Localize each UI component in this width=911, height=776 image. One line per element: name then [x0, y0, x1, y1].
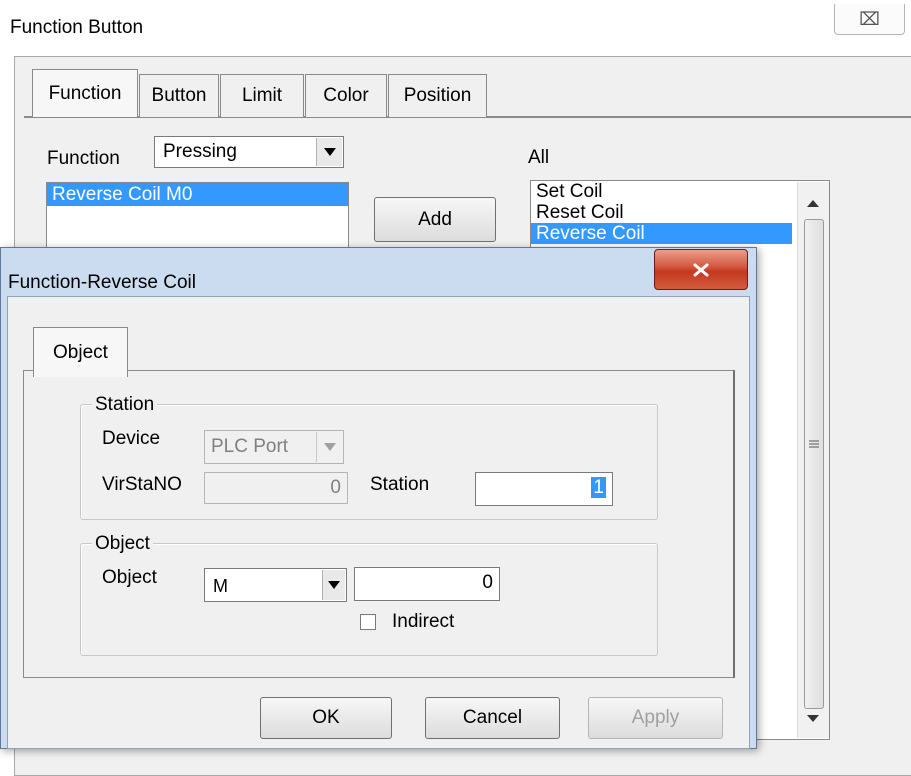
station-label: Station [370, 474, 430, 495]
indirect-checkbox[interactable] [360, 614, 376, 630]
indirect-label: Indirect [392, 611, 455, 632]
apply-button[interactable]: Apply [588, 697, 723, 739]
tab-color[interactable]: Color [305, 74, 387, 117]
chevron-up-icon[interactable] [807, 194, 819, 212]
virstano-label: VirStaNO [102, 474, 182, 495]
device-value: PLC Port [211, 436, 289, 457]
scrollbar-thumb[interactable] [804, 219, 824, 709]
device-label: Device [102, 428, 161, 449]
chevron-down-icon[interactable] [807, 709, 819, 727]
function-label: Function [47, 148, 120, 169]
list-item[interactable]: Set Coil [531, 181, 829, 202]
object-label: Object [102, 567, 157, 588]
chevron-down-icon[interactable] [316, 138, 342, 166]
tab-position[interactable]: Position [388, 74, 487, 117]
tab-function[interactable]: Function [32, 69, 138, 117]
ok-button[interactable]: OK [260, 697, 392, 739]
tab-object[interactable]: Object [33, 327, 128, 377]
object-group-legend: Object [92, 533, 153, 555]
tab-button[interactable]: Button [139, 74, 219, 117]
cancel-button[interactable]: Cancel [425, 697, 560, 739]
object-type-select[interactable]: M [204, 568, 347, 602]
list-item[interactable]: Reverse Coil [531, 223, 792, 244]
add-button[interactable]: Add [374, 197, 496, 242]
dialog-close-button[interactable] [654, 249, 748, 290]
close-icon: ⌧ [859, 8, 880, 29]
object-type-value: M [213, 576, 228, 596]
function-mode-value: Pressing [163, 141, 237, 162]
object-address-field[interactable]: 0 [354, 567, 500, 601]
function-mode-select[interactable]: Pressing [154, 136, 344, 168]
chevron-down-icon [316, 432, 342, 462]
close-icon [693, 263, 709, 276]
station-value: 1 [591, 477, 606, 498]
device-select[interactable]: PLC Port [204, 430, 344, 464]
station-field[interactable]: 1 [475, 472, 613, 506]
list-item[interactable]: Reverse Coil M0 [47, 183, 348, 206]
dialog-title: Function-Reverse Coil [8, 272, 196, 293]
chevron-down-icon[interactable] [322, 570, 345, 600]
virstano-field[interactable]: 0 [204, 472, 348, 504]
tab-limit[interactable]: Limit [220, 74, 304, 117]
window-title: Function Button [10, 17, 144, 38]
all-list-scrollbar[interactable] [797, 182, 829, 738]
list-item[interactable]: Reset Coil [531, 202, 829, 223]
all-label: All [528, 147, 550, 168]
window-close-button[interactable]: ⌧ [834, 4, 905, 35]
station-group-legend: Station [92, 394, 158, 416]
